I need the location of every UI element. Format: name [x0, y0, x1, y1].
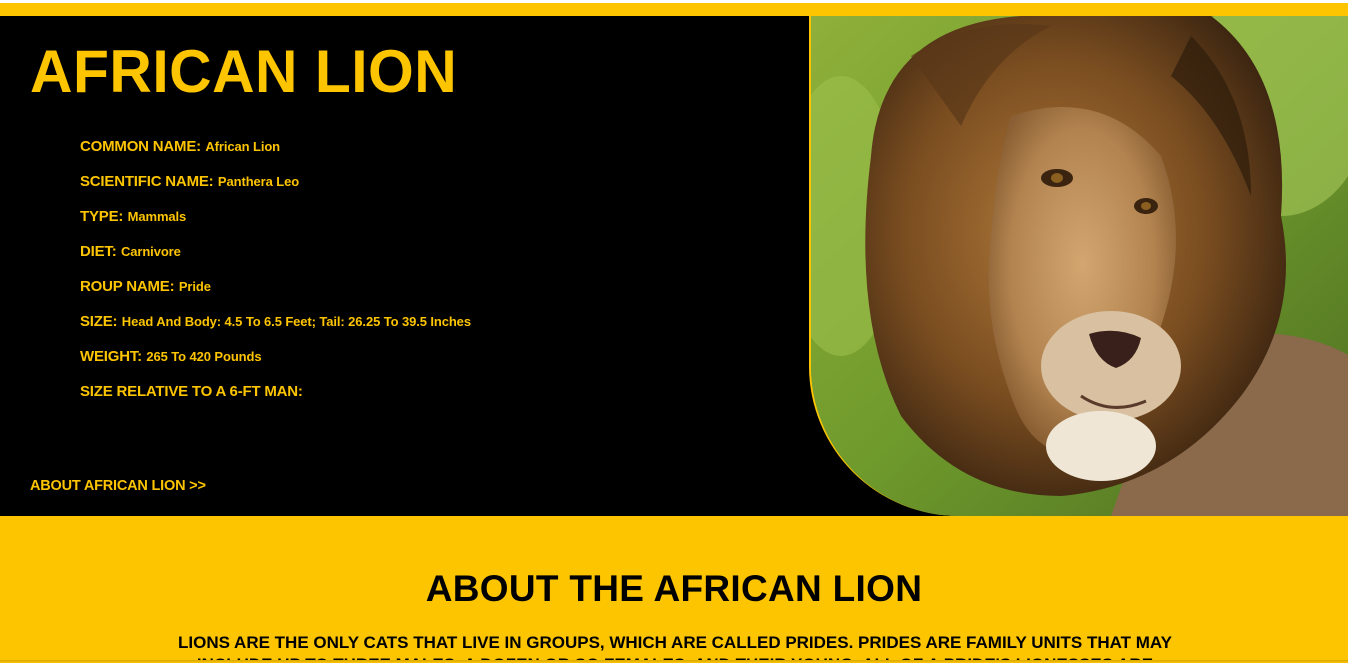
- about-section: ABOUT THE AFRICAN LION Lions are the onl…: [0, 516, 1348, 663]
- fact-value: African Lion: [205, 139, 281, 154]
- fact-scientific-name: SCIENTIFIC NAME: Panthera Leo: [80, 173, 471, 208]
- top-accent-bar: [0, 0, 1348, 16]
- about-african-lion-link[interactable]: ABOUT AFRICAN LION >>: [30, 478, 206, 494]
- fact-weight: WEIGHT: 265 To 420 Pounds: [80, 348, 471, 383]
- lion-photo: [809, 16, 1348, 516]
- fact-value: Mammals: [127, 209, 187, 224]
- fact-common-name: COMMON NAME: African Lion: [80, 138, 471, 173]
- fact-value: 265 To 420 Pounds: [146, 349, 262, 364]
- fact-label: WEIGHT:: [80, 348, 142, 365]
- fact-label: TYPE:: [80, 208, 124, 225]
- fact-label: DIET:: [80, 243, 117, 260]
- fact-label: ROUP NAME:: [80, 278, 175, 295]
- fact-value: Head And Body: 4.5 To 6.5 Feet; Tail: 26…: [121, 314, 471, 329]
- fact-group-name: ROUP NAME: Pride: [80, 278, 471, 313]
- lion-illustration: [811, 16, 1348, 516]
- fact-label: SIZE RELATIVE TO A 6-FT MAN:: [80, 383, 303, 400]
- page-title: AFRICAN LION: [30, 38, 458, 105]
- fact-label: COMMON NAME:: [80, 138, 201, 155]
- fact-label: SIZE:: [80, 313, 118, 330]
- about-paragraph: Lions are the only cats that live in gro…: [178, 633, 1172, 663]
- fact-diet: DIET: Carnivore: [80, 243, 471, 278]
- facts-list: COMMON NAME: African Lion SCIENTIFIC NAM…: [80, 138, 471, 418]
- top-white-strip: [0, 0, 1348, 3]
- fact-size-relative: SIZE RELATIVE TO A 6-FT MAN:: [80, 383, 471, 418]
- about-heading: ABOUT THE AFRICAN LION: [425, 568, 923, 609]
- fact-type: TYPE: Mammals: [80, 208, 471, 243]
- fact-value: Pride: [178, 279, 211, 294]
- fact-label: SCIENTIFIC NAME:: [80, 173, 214, 190]
- hero-section: AFRICAN LION COMMON NAME: African Lion S…: [0, 16, 1348, 516]
- fact-size: SIZE: Head And Body: 4.5 To 6.5 Feet; Ta…: [80, 313, 471, 348]
- fact-value: Carnivore: [120, 244, 181, 259]
- fact-value: Panthera Leo: [217, 174, 300, 189]
